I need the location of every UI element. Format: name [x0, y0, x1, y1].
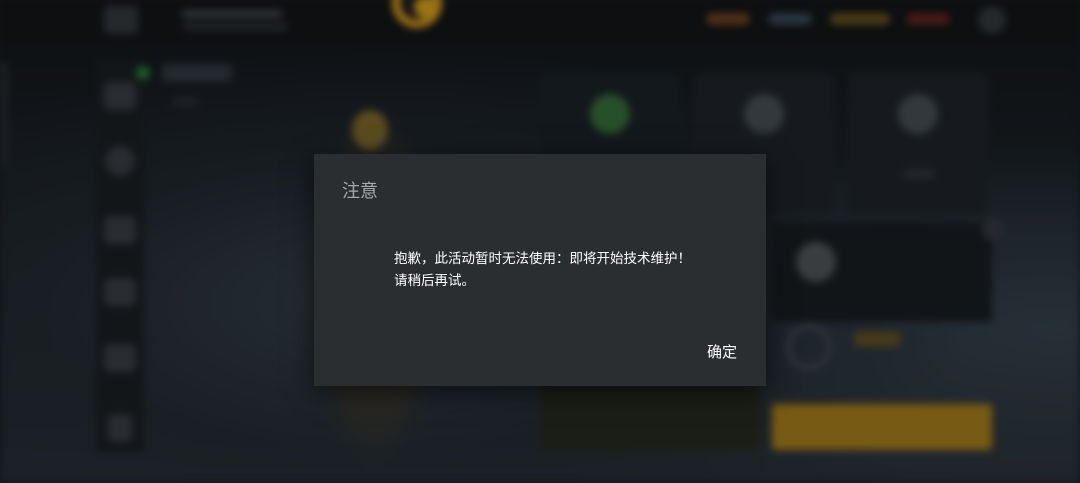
dialog-message-line-1: 抱歉，此活动暂时无法使用：即将开始技术维护！ [394, 251, 691, 267]
notice-dialog: 注意 抱歉，此活动暂时无法使用：即将开始技术维护！ 请稍后再试。 确定 [314, 154, 766, 386]
game-screen: 注意 抱歉，此活动暂时无法使用：即将开始技术维护！ 请稍后再试。 确定 [0, 0, 1080, 483]
dialog-message: 抱歉，此活动暂时无法使用：即将开始技术维护！ 请稍后再试。 [394, 248, 734, 292]
confirm-button[interactable]: 确定 [692, 336, 752, 368]
dialog-title: 注意 [342, 181, 378, 202]
dialog-message-line-2: 请稍后再试。 [394, 273, 475, 289]
